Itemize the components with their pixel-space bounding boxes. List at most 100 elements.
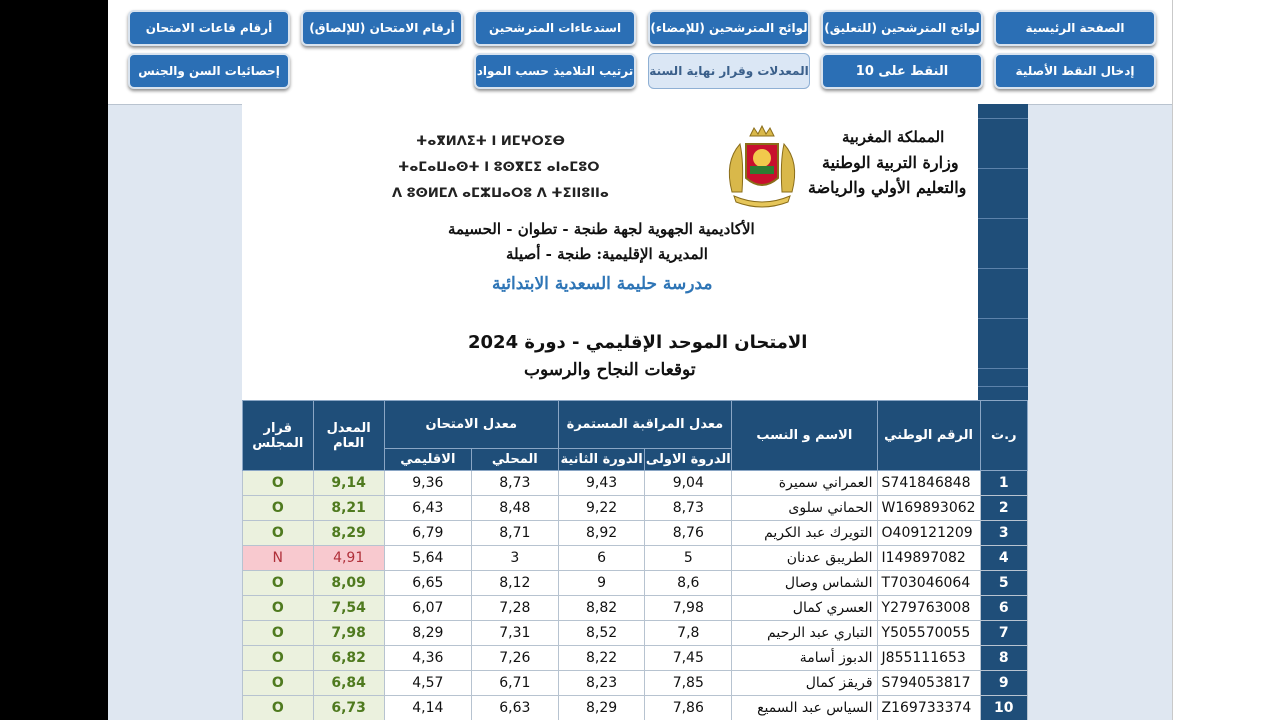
row-number[interactable]: 10	[979, 695, 1029, 720]
table-row[interactable]: 3 O409121209 التويرك عبد الكريم 8,76 8,92 8,7…	[242, 520, 1029, 546]
lists-signature-button[interactable]: لوائح المترشحين (للإمضاء)	[648, 10, 810, 46]
decision-cell[interactable]: O	[242, 520, 314, 546]
sem2-cell[interactable]: 8,23	[557, 670, 646, 696]
table-row[interactable]: 1 S741846848 العمراني سميرة 9,04 9,43 8,73 9,3…	[242, 470, 1029, 496]
regional-exam-cell[interactable]: 6,65	[383, 570, 472, 596]
general-average-cell[interactable]: 6,84	[312, 670, 385, 696]
table-row[interactable]: 5 T703046064 الشماس وصال 8,6 9 8,12 6,65 8,09 O	[242, 570, 1029, 596]
student-name-cell[interactable]: التويرك عبد الكريم	[731, 520, 878, 546]
local-exam-cell[interactable]: 8,71	[470, 520, 559, 546]
regional-exam-cell[interactable]: 5,64	[383, 545, 472, 571]
student-name-cell[interactable]: الطريبق عدنان	[731, 545, 878, 571]
general-average-cell[interactable]: 6,82	[312, 645, 385, 671]
sem1-cell[interactable]: 9,04	[644, 470, 733, 496]
table-row[interactable]: 7 Y505570055 التباري عبد الرحيم 7,8 8,52 7,31…	[242, 620, 1029, 646]
row-number[interactable]: 8	[979, 645, 1029, 671]
general-average-cell[interactable]: 7,54	[312, 595, 385, 621]
row-number[interactable]: 1	[979, 470, 1029, 496]
student-name-cell[interactable]: العمراني سميرة	[731, 470, 878, 496]
row-number[interactable]: 5	[979, 570, 1029, 596]
general-average-cell[interactable]: 8,09	[312, 570, 385, 596]
table-row[interactable]: 4 I149897082 الطريبق عدنان 5 6 3 5,64 4,91 N	[242, 545, 1029, 571]
sem1-cell[interactable]: 7,86	[644, 695, 733, 720]
sem1-cell[interactable]: 7,8	[644, 620, 733, 646]
convocations-button[interactable]: استدعاءات المترشحين	[474, 10, 636, 46]
student-name-cell[interactable]: التباري عبد الرحيم	[731, 620, 878, 646]
decision-cell[interactable]: O	[242, 595, 314, 621]
local-exam-cell[interactable]: 7,28	[470, 595, 559, 621]
lists-posting-button[interactable]: لوائح المترشحين (للتعليق)	[821, 10, 983, 46]
sem2-cell[interactable]: 8,22	[557, 645, 646, 671]
national-id-cell[interactable]: S794053817	[876, 670, 981, 696]
sem2-cell[interactable]: 6	[557, 545, 646, 571]
general-average-cell[interactable]: 9,14	[312, 470, 385, 496]
decision-cell[interactable]: O	[242, 670, 314, 696]
enter-grades-button[interactable]: إدخال النقط الأصلية	[994, 53, 1156, 89]
local-exam-cell[interactable]: 8,12	[470, 570, 559, 596]
sem2-cell[interactable]: 9,22	[557, 495, 646, 521]
sem2-cell[interactable]: 9,43	[557, 470, 646, 496]
sem1-cell[interactable]: 7,45	[644, 645, 733, 671]
local-exam-cell[interactable]: 8,48	[470, 495, 559, 521]
exam-rooms-button[interactable]: أرقام قاعات الامتحان	[128, 10, 290, 46]
sem2-cell[interactable]: 8,52	[557, 620, 646, 646]
sem1-cell[interactable]: 7,85	[644, 670, 733, 696]
decision-cell[interactable]: O	[242, 620, 314, 646]
sem1-cell[interactable]: 8,76	[644, 520, 733, 546]
general-average-cell[interactable]: 7,98	[312, 620, 385, 646]
regional-exam-cell[interactable]: 6,79	[383, 520, 472, 546]
national-id-cell[interactable]: Y505570055	[876, 620, 981, 646]
regional-exam-cell[interactable]: 4,14	[383, 695, 472, 720]
regional-exam-cell[interactable]: 4,36	[383, 645, 472, 671]
row-number[interactable]: 9	[979, 670, 1029, 696]
row-number[interactable]: 2	[979, 495, 1029, 521]
student-name-cell[interactable]: قريقز كمال	[731, 670, 878, 696]
grades-out-of-10-button[interactable]: النقط على 10	[821, 53, 983, 89]
national-id-cell[interactable]: I149897082	[876, 545, 981, 571]
local-exam-cell[interactable]: 3	[470, 545, 559, 571]
general-average-cell[interactable]: 8,21	[312, 495, 385, 521]
sem1-cell[interactable]: 7,98	[644, 595, 733, 621]
row-number[interactable]: 7	[979, 620, 1029, 646]
exam-numbers-button[interactable]: أرقام الامتحان (للإلصاق)	[301, 10, 463, 46]
general-average-cell[interactable]: 6,73	[312, 695, 385, 720]
national-id-cell[interactable]: S741846848	[876, 470, 981, 496]
student-name-cell[interactable]: العسري كمال	[731, 595, 878, 621]
row-number[interactable]: 4	[979, 545, 1029, 571]
sem1-cell[interactable]: 5	[644, 545, 733, 571]
row-number[interactable]: 3	[979, 520, 1029, 546]
table-row[interactable]: 9 S794053817 قريقز كمال 7,85 8,23 6,71 4,57 6,8…	[242, 670, 1029, 696]
national-id-cell[interactable]: O409121209	[876, 520, 981, 546]
table-row[interactable]: 8 J855111653 الدبوز أسامة 7,45 8,22 7,26 4,36 6…	[242, 645, 1029, 671]
general-average-cell[interactable]: 8,29	[312, 520, 385, 546]
averages-decision-button[interactable]: المعدلات وقرار نهاية السنة	[648, 53, 810, 89]
national-id-cell[interactable]: T703046064	[876, 570, 981, 596]
student-name-cell[interactable]: الدبوز أسامة	[731, 645, 878, 671]
sem2-cell[interactable]: 8,92	[557, 520, 646, 546]
regional-exam-cell[interactable]: 4,57	[383, 670, 472, 696]
table-row[interactable]: 6 Y279763008 العسري كمال 7,98 8,82 7,28 6,07 7,…	[242, 595, 1029, 621]
local-exam-cell[interactable]: 8,73	[470, 470, 559, 496]
regional-exam-cell[interactable]: 8,29	[383, 620, 472, 646]
national-id-cell[interactable]: W169893062	[876, 495, 981, 521]
national-id-cell[interactable]: J855111653	[876, 645, 981, 671]
regional-exam-cell[interactable]: 9,36	[383, 470, 472, 496]
national-id-cell[interactable]: Y279763008	[876, 595, 981, 621]
regional-exam-cell[interactable]: 6,43	[383, 495, 472, 521]
home-button[interactable]: الصفحة الرئيسية	[994, 10, 1156, 46]
decision-cell[interactable]: O	[242, 695, 314, 720]
local-exam-cell[interactable]: 6,71	[470, 670, 559, 696]
ranking-button[interactable]: ترتيب التلاميذ حسب المواد	[474, 53, 636, 89]
local-exam-cell[interactable]: 6,63	[470, 695, 559, 720]
sem1-cell[interactable]: 8,73	[644, 495, 733, 521]
student-name-cell[interactable]: الشماس وصال	[731, 570, 878, 596]
national-id-cell[interactable]: Z169733374	[876, 695, 981, 720]
decision-cell[interactable]: O	[242, 645, 314, 671]
student-name-cell[interactable]: السياس عبد السميع	[731, 695, 878, 720]
local-exam-cell[interactable]: 7,26	[470, 645, 559, 671]
sem2-cell[interactable]: 8,82	[557, 595, 646, 621]
decision-cell[interactable]: N	[242, 545, 314, 571]
decision-cell[interactable]: O	[242, 570, 314, 596]
age-gender-stats-button[interactable]: إحصائيات السن والجنس	[128, 53, 290, 89]
decision-cell[interactable]: O	[242, 470, 314, 496]
